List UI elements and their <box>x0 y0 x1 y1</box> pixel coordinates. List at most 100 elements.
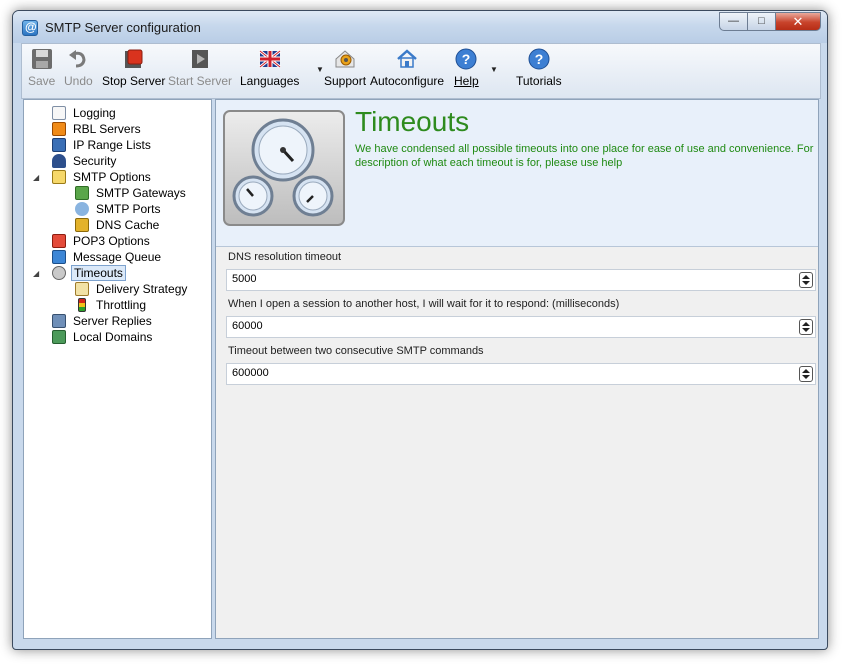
uk-flag-icon <box>258 49 281 69</box>
tree-item-label: IP Range Lists <box>73 138 151 152</box>
command-timeout-input[interactable]: 600000 <box>226 363 816 385</box>
tree-item-label: DNS Cache <box>96 218 160 232</box>
window-title: SMTP Server configuration <box>45 20 201 35</box>
dns-timeout-input[interactable]: 5000 <box>226 269 816 291</box>
languages-button[interactable]: Languages ▼ <box>240 48 324 88</box>
undo-icon <box>69 50 86 68</box>
tree-item-throttling[interactable]: Throttling <box>75 297 148 313</box>
undo-label: Undo <box>64 74 93 88</box>
minimize-button[interactable]: — <box>719 12 747 31</box>
queue-icon <box>52 250 66 264</box>
tree-item-smtp-options[interactable]: SMTP Options <box>52 169 153 185</box>
help-label: Help <box>454 74 479 88</box>
page-description: We have condensed all possible timeouts … <box>355 143 814 169</box>
help-button[interactable]: ? Help ▼ <box>454 48 498 88</box>
tree-item-logging[interactable]: Logging <box>52 105 118 121</box>
save-label: Save <box>28 74 56 88</box>
tree-item-delivery-strategy[interactable]: Delivery Strategy <box>75 281 189 297</box>
dns-timeout-value: 5000 <box>232 273 257 285</box>
maximize-button[interactable]: □ <box>747 12 775 31</box>
collapse-icon[interactable]: ◢ <box>33 173 39 182</box>
tree-item-message-queue[interactable]: Message Queue <box>52 249 163 265</box>
tree-item-label: Local Domains <box>73 330 153 344</box>
window-controls: — □ ✕ <box>719 12 821 31</box>
gauge-icon <box>52 266 66 280</box>
support-label: Support <box>324 74 367 88</box>
tutorials-icon: ? <box>528 48 550 70</box>
tree-item-server-replies[interactable]: Server Replies <box>52 313 154 329</box>
tree-item-smtp-ports[interactable]: SMTP Ports <box>75 201 162 217</box>
calendar-icon <box>75 282 89 296</box>
session-timeout-value: 60000 <box>232 320 263 332</box>
tree-item-security[interactable]: Security <box>52 153 118 169</box>
tree-item-label: SMTP Ports <box>96 202 161 216</box>
spinner-arrows-icon[interactable] <box>799 319 813 335</box>
session-timeout-input[interactable]: 60000 <box>226 316 816 338</box>
save-icon <box>31 49 52 69</box>
stop-server-label: Stop Server <box>102 74 166 88</box>
tree-item-rbl-servers[interactable]: RBL Servers <box>52 121 143 137</box>
tutorials-label: Tutorials <box>516 74 562 88</box>
collapse-icon[interactable]: ◢ <box>33 269 39 278</box>
start-server-button[interactable]: Start Server <box>168 48 232 88</box>
cache-icon <box>75 218 89 232</box>
traffic-light-icon <box>78 298 86 312</box>
tree-item-label: Security <box>73 154 117 168</box>
spinner-arrows-icon[interactable] <box>799 366 813 382</box>
support-button[interactable]: Support <box>324 48 366 88</box>
tree-item-label: RBL Servers <box>73 122 141 136</box>
dns-timeout-label: DNS resolution timeout <box>228 251 342 263</box>
svg-text:?: ? <box>462 51 471 67</box>
tree-item-label: SMTP Options <box>73 170 151 184</box>
gateway-icon <box>75 186 89 200</box>
tree-item-label: Throttling <box>96 298 147 312</box>
domains-icon <box>52 330 66 344</box>
title-bar[interactable]: SMTP Server configuration — □ ✕ <box>13 11 827 43</box>
tree-item-label: Message Queue <box>73 250 162 264</box>
tree-item-label: Delivery Strategy <box>96 282 188 296</box>
stop-server-button[interactable]: Stop Server <box>102 48 165 88</box>
spinner-arrows-icon[interactable] <box>799 272 813 288</box>
close-button[interactable]: ✕ <box>775 12 821 31</box>
tree-item-pop3-options[interactable]: POP3 Options <box>52 233 152 249</box>
tree-item-label: Timeouts <box>71 265 126 281</box>
mail-options-icon <box>52 170 66 184</box>
tree-item-ip-range-lists[interactable]: IP Range Lists <box>52 137 153 153</box>
log-icon <box>52 106 66 120</box>
gauges-icon <box>223 110 345 226</box>
undo-button[interactable]: Undo <box>64 48 93 88</box>
session-timeout-label: When I open a session to another host, I… <box>228 298 620 310</box>
help-icon: ? <box>455 48 477 70</box>
app-icon <box>22 20 38 36</box>
command-timeout-label: Timeout between two consecutive SMTP com… <box>228 345 484 357</box>
start-icon <box>192 50 209 68</box>
tree-item-label: SMTP Gateways <box>96 186 186 200</box>
languages-label: Languages <box>240 74 300 88</box>
help-dropdown-icon[interactable]: ▼ <box>490 65 498 74</box>
replies-icon <box>52 314 66 328</box>
tree-item-local-domains[interactable]: Local Domains <box>52 329 154 345</box>
autoconfigure-button[interactable]: Autoconfigure <box>370 48 444 88</box>
pop3-icon <box>52 234 66 248</box>
save-button[interactable]: Save <box>28 48 55 88</box>
ports-icon <box>75 202 89 216</box>
user-lock-icon <box>52 154 66 168</box>
command-timeout-value: 600000 <box>232 367 269 379</box>
tree-item-dns-cache[interactable]: DNS Cache <box>75 217 161 233</box>
spam-icon <box>52 122 66 136</box>
tutorials-button[interactable]: ? Tutorials <box>516 48 562 88</box>
autoconfigure-label: Autoconfigure <box>370 74 445 88</box>
languages-dropdown-icon[interactable]: ▼ <box>316 65 324 74</box>
support-icon <box>335 50 355 68</box>
tree-item-label: Server Replies <box>73 314 152 328</box>
tree-item-label: POP3 Options <box>73 234 150 248</box>
settings-tree: Logging RBL Servers IP Range Lists Secur… <box>23 99 212 639</box>
app-window: SMTP Server configuration — □ ✕ Save Und… <box>12 10 828 650</box>
page-header: Timeouts We have condensed all possible … <box>216 100 818 247</box>
tree-item-smtp-gateways[interactable]: SMTP Gateways <box>75 185 188 201</box>
page-title: Timeouts <box>355 106 470 137</box>
home-icon <box>397 49 417 68</box>
tree-item-timeouts[interactable]: Timeouts <box>52 265 126 281</box>
tree-item-label: Logging <box>73 106 116 120</box>
start-server-label: Start Server <box>168 74 233 88</box>
